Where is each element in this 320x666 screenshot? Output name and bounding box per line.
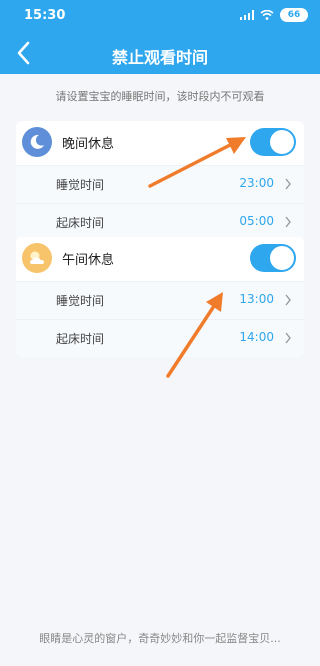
chevron-right-icon bbox=[285, 216, 291, 228]
evening-sleep-time-row[interactable]: 睡觉时间 23:00 bbox=[16, 165, 304, 203]
footer-text: 眼睛是心灵的窗户，奇奇妙妙和你一起监督宝贝... bbox=[39, 632, 281, 645]
evening-wake-time-row[interactable]: 起床时间 05:00 bbox=[16, 203, 304, 241]
sleep-time-label: 睡觉时间 bbox=[56, 294, 105, 308]
status-icons: 66 bbox=[240, 8, 308, 22]
battery-icon: 66 bbox=[280, 8, 308, 22]
noon-rest-header: 午间休息 bbox=[16, 237, 304, 281]
chevron-right-icon bbox=[285, 332, 291, 344]
page-title: 禁止观看时间 bbox=[111, 48, 208, 67]
evening-rest-header: 晚间休息 bbox=[16, 121, 304, 165]
signal-icon bbox=[240, 10, 254, 20]
app-header: 15:30 66 禁止观看时间 bbox=[0, 0, 320, 74]
toggle-knob bbox=[270, 246, 294, 270]
sleep-time-label: 睡觉时间 bbox=[56, 178, 105, 192]
status-time: 15:30 bbox=[24, 8, 66, 23]
hint-text: 请设置宝宝的睡眠时间，该时段内不可观看 bbox=[55, 90, 265, 103]
noon-rest-section: 午间休息 睡觉时间 13:00 起床时间 14:00 bbox=[16, 237, 304, 357]
wake-time-label: 起床时间 bbox=[56, 332, 105, 346]
evening-rest-title: 晚间休息 bbox=[62, 137, 115, 152]
wifi-icon bbox=[260, 10, 274, 20]
sun-cloud-icon bbox=[22, 243, 52, 273]
noon-rest-title: 午间休息 bbox=[62, 253, 115, 268]
evening-rest-toggle[interactable] bbox=[250, 128, 296, 156]
chevron-right-icon bbox=[285, 294, 291, 306]
noon-sleep-time-row[interactable]: 睡觉时间 13:00 bbox=[16, 281, 304, 319]
toggle-knob bbox=[270, 130, 294, 154]
wake-time-value: 14:00 bbox=[239, 330, 274, 344]
noon-wake-time-row[interactable]: 起床时间 14:00 bbox=[16, 319, 304, 357]
noon-rest-toggle[interactable] bbox=[250, 244, 296, 272]
sleep-time-value: 13:00 bbox=[239, 292, 274, 306]
wake-time-value: 05:00 bbox=[239, 214, 274, 228]
status-bar: 15:30 66 bbox=[0, 0, 320, 30]
evening-rest-section: 晚间休息 睡觉时间 23:00 起床时间 05:00 bbox=[16, 121, 304, 241]
moon-icon bbox=[22, 127, 52, 157]
wake-time-label: 起床时间 bbox=[56, 216, 105, 230]
chevron-right-icon bbox=[285, 178, 291, 190]
sleep-time-value: 23:00 bbox=[239, 176, 274, 190]
